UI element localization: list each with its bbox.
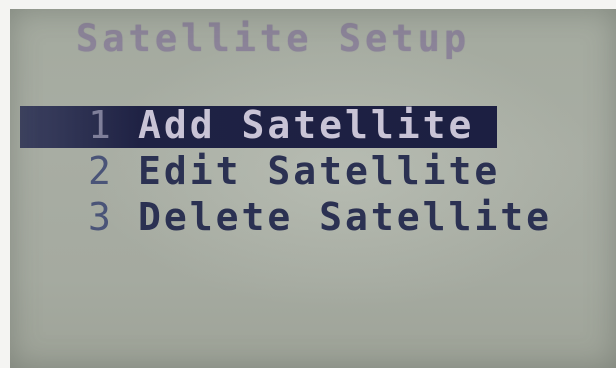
- menu-item-number: 3: [88, 195, 114, 239]
- screen-title: Satellite Setup: [76, 17, 471, 60]
- menu-item-delete-satellite[interactable]: 3 Delete Satellite: [20, 194, 616, 240]
- menu-item-edit-satellite[interactable]: 2 Edit Satellite: [20, 148, 616, 194]
- menu-item-number: 1: [88, 103, 114, 147]
- menu-item-add-satellite[interactable]: 1 Add Satellite: [20, 102, 616, 148]
- device-frame: Satellite Setup 1 Add Satellite 2 Edit S…: [0, 0, 616, 368]
- menu-item-label: Add Satellite: [138, 103, 475, 147]
- menu-item-label: Delete Satellite: [138, 195, 553, 239]
- satellite-menu: 1 Add Satellite 2 Edit Satellite 3 Delet…: [20, 102, 616, 240]
- lcd-screen: Satellite Setup 1 Add Satellite 2 Edit S…: [10, 9, 616, 368]
- menu-item-number: 2: [88, 149, 114, 193]
- menu-item-label: Edit Satellite: [138, 149, 501, 193]
